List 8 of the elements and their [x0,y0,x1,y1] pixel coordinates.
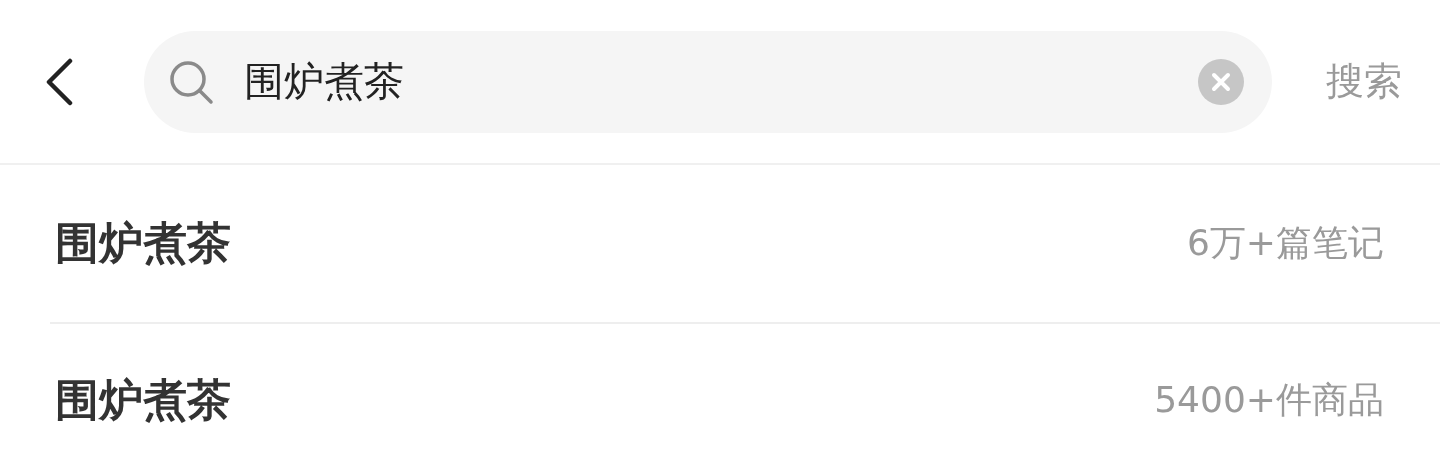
result-count: 5400+件商品 [1154,378,1384,422]
search-icon [168,58,214,105]
search-bar[interactable]: 围炉煮茶 [144,30,1272,133]
back-icon[interactable] [44,57,74,106]
search-field[interactable]: 围炉煮茶 [244,58,1198,105]
suggestion-text[interactable]: 围炉煮茶 [55,214,231,273]
suggestion-text[interactable]: 围炉煮茶 [55,371,231,430]
result-count: 6万+篇笔记 [1186,221,1384,265]
